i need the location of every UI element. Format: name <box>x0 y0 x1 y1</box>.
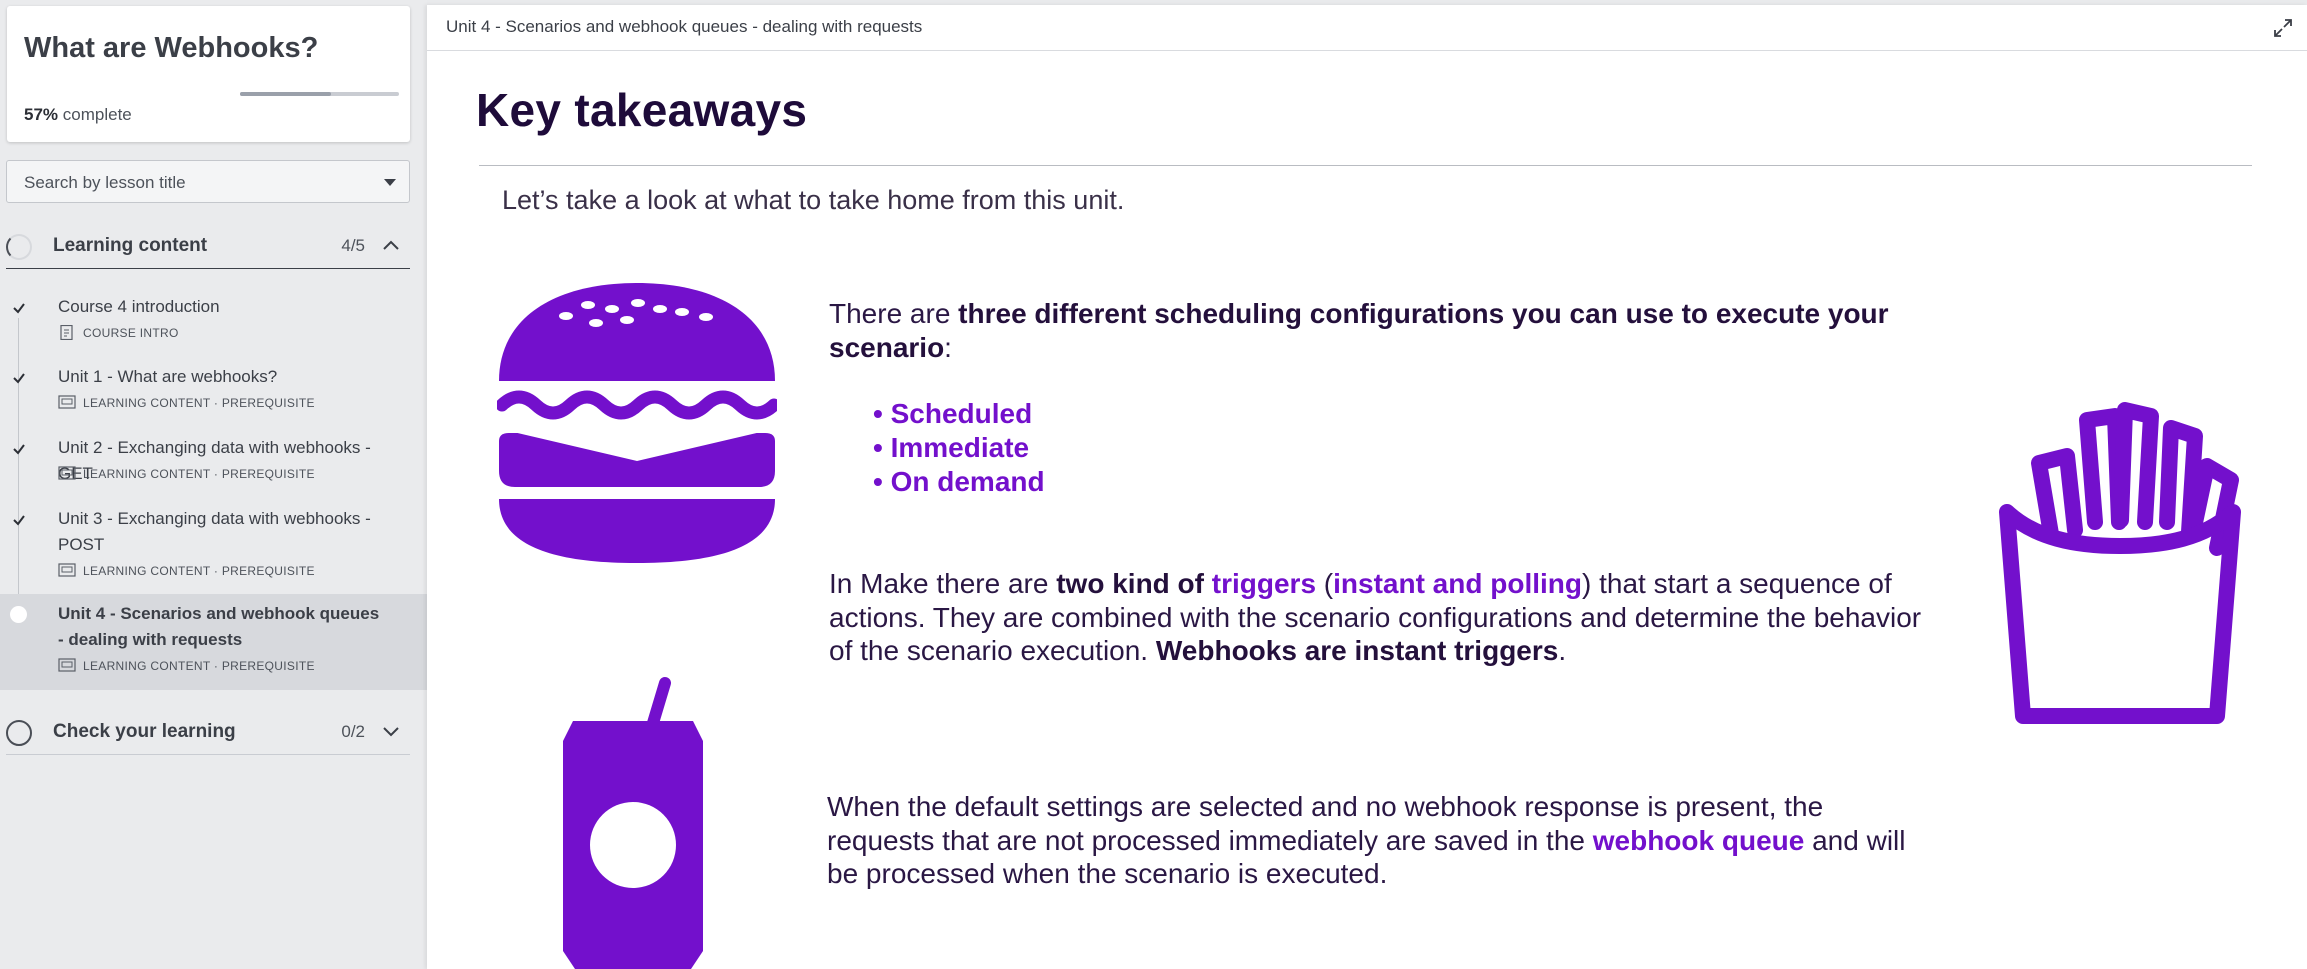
dropdown-caret-icon <box>384 179 396 186</box>
highlight-text: webhook queue <box>1592 824 1805 856</box>
learning-content-icon <box>58 466 76 480</box>
chevron-up-icon[interactable] <box>380 237 402 253</box>
lesson-title: Course 4 introduction <box>58 297 220 316</box>
text-span: ( <box>1316 568 1334 599</box>
section-count: 0/2 <box>341 722 365 741</box>
list-item: On demand <box>873 465 1045 499</box>
chevron-down-icon[interactable] <box>380 723 402 739</box>
course-progress-fill <box>240 92 331 96</box>
triggers-paragraph: In Make there are two kind of triggers (… <box>829 567 1939 668</box>
lesson-meta: LEARNING CONTENT · PREREQUISITE <box>58 395 315 410</box>
scheduling-paragraph: There are three different scheduling con… <box>829 297 1939 364</box>
bold-text: two kind of <box>1056 568 1212 599</box>
course-summary-card: What are Webhooks? 57% complete <box>7 6 410 142</box>
check-icon <box>13 515 25 526</box>
section-label: Learning content <box>53 235 208 256</box>
course-progress-text: 57% complete <box>24 105 132 125</box>
lesson-topbar: Unit 4 - Scenarios and webhook queues - … <box>427 5 2307 51</box>
lesson-title: Unit 1 - What are webhooks? <box>58 367 278 386</box>
learning-content-icon <box>58 563 76 577</box>
highlight-text: triggers <box>1211 568 1317 599</box>
lesson-item-unit-2[interactable]: Unit 2 - Exchanging data with webhooks -… <box>0 432 427 494</box>
course-progress-bar <box>240 92 399 96</box>
text-span: : <box>944 331 952 363</box>
list-item: Immediate <box>873 431 1045 465</box>
course-intro-icon <box>60 325 73 340</box>
lesson-item-course-intro[interactable]: Course 4 introduction COURSE INTRO <box>0 291 427 353</box>
list-item: Scheduled <box>873 397 1045 431</box>
text-span: . <box>1558 635 1567 666</box>
soda-can-icon <box>563 677 703 969</box>
lesson-meta: LEARNING CONTENT · PREREQUISITE <box>58 466 315 481</box>
lesson-meta-text: LEARNING CONTENT · PREREQUISITE <box>83 563 315 578</box>
lesson-meta-text: COURSE INTRO <box>83 325 179 340</box>
check-icon <box>13 303 25 314</box>
webhook-queue-paragraph: When the default settings are selected a… <box>827 790 1937 891</box>
lesson-item-unit-3[interactable]: Unit 3 - Exchanging data with webhooks -… <box>0 503 427 591</box>
section-progress-ring-icon <box>6 720 32 746</box>
expand-icon[interactable] <box>2272 17 2294 39</box>
course-sidebar: What are Webhooks? 57% complete Search b… <box>0 0 427 969</box>
title-divider <box>479 165 2252 166</box>
scheduling-options-list: Scheduled Immediate On demand <box>873 397 1045 499</box>
section-progress-ring-icon <box>6 234 32 260</box>
check-icon <box>13 373 25 384</box>
bold-text: Webhooks are instant triggers <box>1155 635 1559 666</box>
lesson-item-unit-1[interactable]: Unit 1 - What are webhooks? LEARNING CON… <box>0 361 427 423</box>
lesson-meta: COURSE INTRO <box>58 325 179 340</box>
learning-content-icon <box>58 658 76 672</box>
fries-icon <box>1999 402 2241 724</box>
lesson-title: Unit 4 - Scenarios and webhook queues - … <box>58 604 380 649</box>
lesson-search-placeholder: Search by lesson title <box>24 173 186 192</box>
lesson-meta-text: LEARNING CONTENT · PREREQUISITE <box>83 395 315 410</box>
progress-percent: 57% <box>24 105 59 124</box>
highlight-text: instant and polling <box>1333 568 1582 599</box>
lesson-meta-text: LEARNING CONTENT · PREREQUISITE <box>83 466 315 481</box>
burger-icon <box>497 283 777 563</box>
section-label: Check your learning <box>53 721 236 742</box>
section-count: 4/5 <box>341 236 365 255</box>
text-span: In Make there are <box>829 568 1057 599</box>
lesson-content-panel: Unit 4 - Scenarios and webhook queues - … <box>427 5 2307 969</box>
lesson-item-unit-4[interactable]: Unit 4 - Scenarios and webhook queues - … <box>0 594 427 690</box>
section-learning-content[interactable]: Learning content 4/5 <box>6 221 410 269</box>
lesson-meta: LEARNING CONTENT · PREREQUISITE <box>58 658 315 673</box>
current-lesson-dot-icon <box>10 606 27 623</box>
lesson-title: Unit 3 - Exchanging data with webhooks -… <box>58 509 371 554</box>
lesson-meta-text: LEARNING CONTENT · PREREQUISITE <box>83 658 315 673</box>
section-check-your-learning[interactable]: Check your learning 0/2 <box>6 707 410 755</box>
text-span: There are <box>829 298 959 329</box>
lesson-search-dropdown[interactable]: Search by lesson title <box>6 160 410 203</box>
breadcrumb: Unit 4 - Scenarios and webhook queues - … <box>446 17 923 36</box>
bold-text: three different scheduling configuration… <box>829 298 1889 363</box>
learning-content-icon <box>58 395 76 409</box>
check-icon <box>13 444 25 455</box>
intro-text: Let’s take a look at what to take home f… <box>502 185 1125 215</box>
lesson-meta: LEARNING CONTENT · PREREQUISITE <box>58 563 315 578</box>
page-title: Key takeaways <box>476 84 808 136</box>
course-title: What are Webhooks? <box>24 32 319 64</box>
progress-label: complete <box>62 105 132 124</box>
